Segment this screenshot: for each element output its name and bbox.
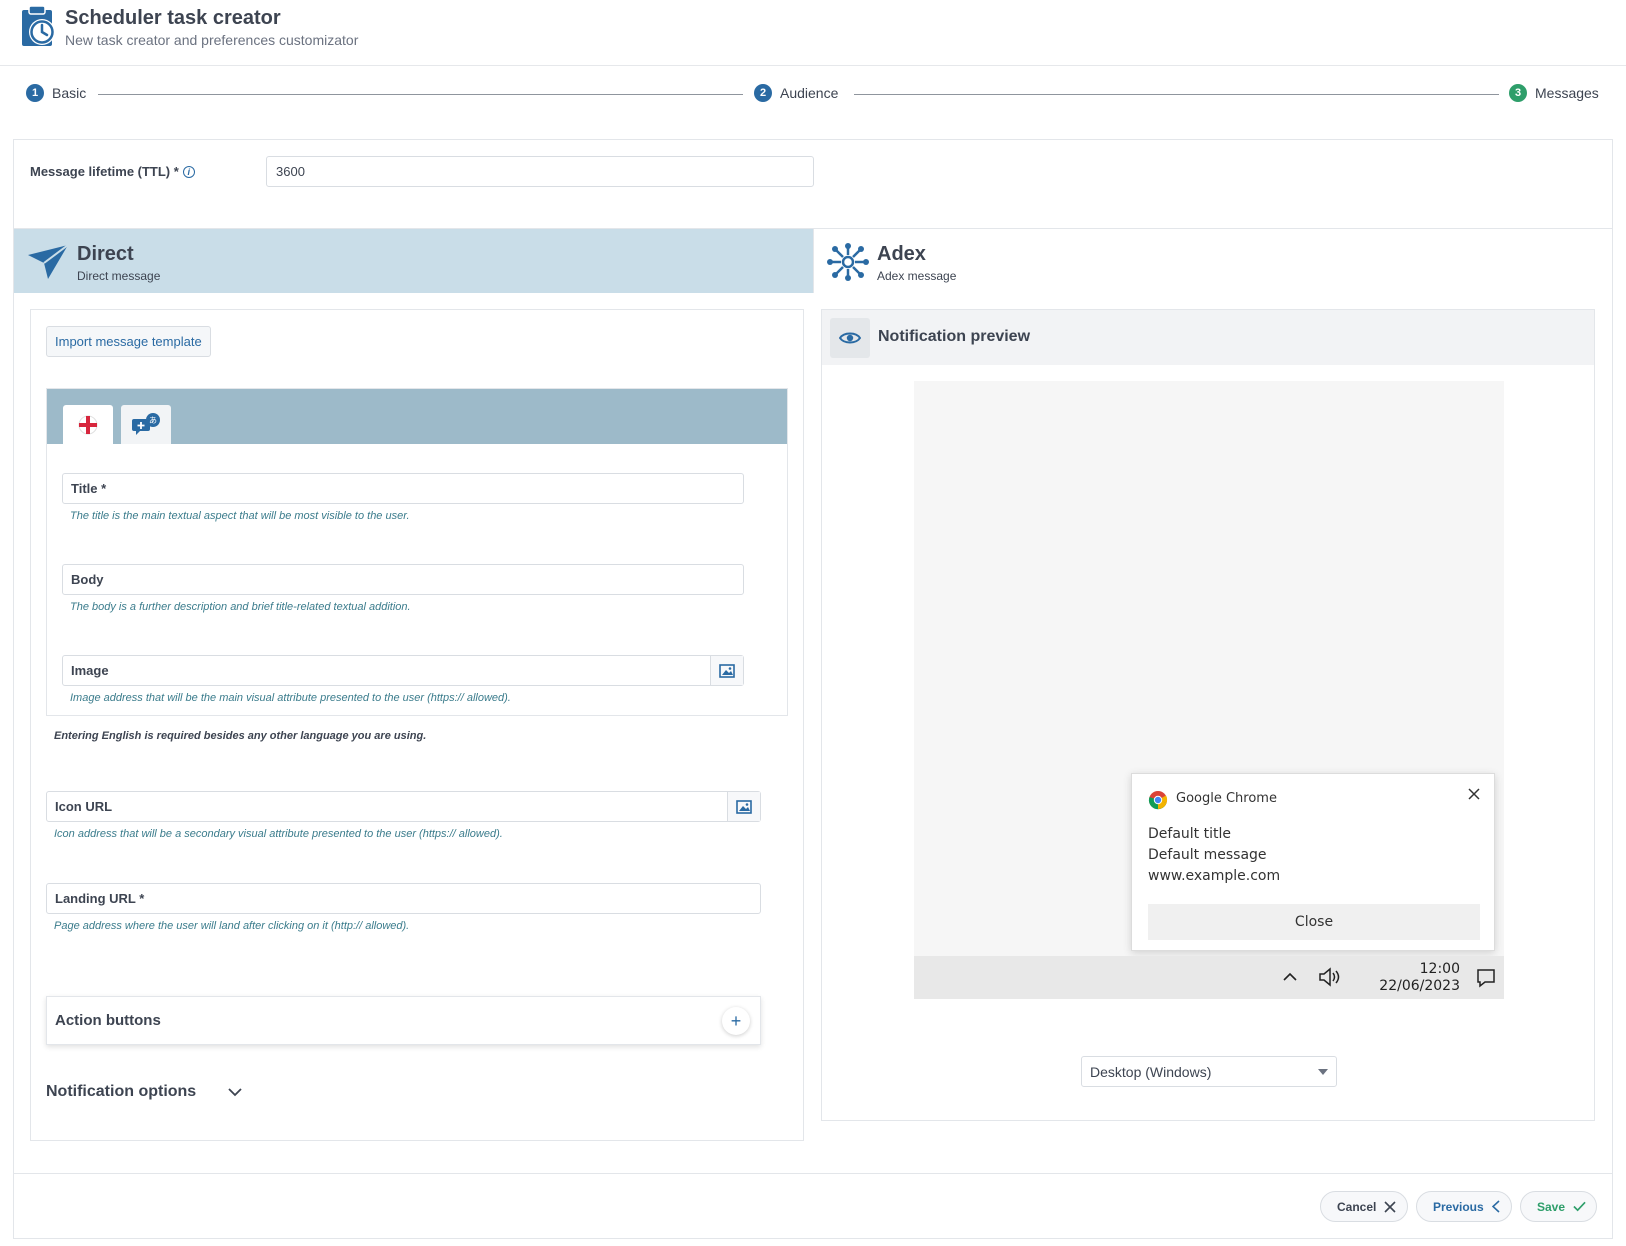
preview-header: Notification preview	[822, 310, 1594, 365]
toast-app-name: Google Chrome	[1176, 791, 1277, 806]
language-tabs-bar: あ	[47, 389, 787, 444]
notification-preview-panel: Notification preview Google Chrome Defau…	[821, 309, 1595, 1121]
chevron-down-icon	[228, 1087, 242, 1096]
step-connector	[854, 94, 1499, 95]
previous-button[interactable]: Previous	[1416, 1191, 1512, 1222]
cancel-button[interactable]: Cancel	[1320, 1191, 1408, 1222]
language-content-box: あ Title * The title is the main textual …	[46, 388, 788, 716]
add-language-icon: あ	[132, 412, 160, 435]
step-number: 2	[754, 84, 772, 102]
channel-tabs: Direct Direct message Adex Adex message	[14, 228, 1612, 293]
action-center-icon	[1477, 969, 1495, 988]
close-icon[interactable]	[1466, 786, 1482, 802]
body-field[interactable]: Body	[62, 564, 744, 595]
device-select[interactable]: Desktop (Windows)	[1081, 1056, 1337, 1087]
tab-language-english[interactable]	[63, 405, 113, 444]
ttl-input[interactable]	[266, 156, 814, 187]
action-buttons-section: Action buttons +	[46, 996, 761, 1045]
speaker-icon	[1319, 967, 1340, 987]
eye-icon-box	[830, 318, 870, 358]
preview-title: Notification preview	[878, 328, 1031, 345]
step-messages[interactable]: 3 Messages	[1509, 84, 1599, 102]
icon-url-field[interactable]: Icon URL	[46, 791, 761, 822]
image-icon	[736, 799, 752, 814]
messages-card: Message lifetime (TTL) * i Direct Direct…	[13, 139, 1613, 1239]
english-required-note: Entering English is required besides any…	[54, 730, 427, 742]
windows-taskbar: 12:00 22/06/2023	[914, 956, 1504, 999]
wizard-stepper: 1 Basic 2 Audience 3 Messages	[0, 66, 1626, 124]
chrome-icon	[1148, 791, 1168, 810]
page-subtitle: New task creator and preferences customi…	[65, 32, 359, 48]
ttl-label: Message lifetime (TTL) * i	[30, 164, 195, 179]
chevron-up-icon	[1283, 972, 1297, 981]
import-template-button[interactable]: Import message template	[46, 326, 211, 357]
image-hint: Image address that will be the main visu…	[70, 692, 511, 704]
body-hint: The body is a further description and br…	[70, 601, 411, 613]
dropdown-caret-icon	[1318, 1069, 1328, 1075]
notification-options-toggle[interactable]: Notification options	[46, 1083, 242, 1101]
info-icon[interactable]: i	[182, 165, 195, 178]
toast-title: Default title	[1148, 826, 1231, 842]
check-icon	[1573, 1201, 1586, 1212]
close-icon	[1384, 1200, 1396, 1213]
eye-icon	[839, 332, 861, 344]
add-action-button[interactable]: +	[722, 1007, 750, 1035]
title-hint: The title is the main textual aspect tha…	[70, 510, 410, 522]
step-number: 1	[26, 84, 44, 102]
notification-toast: Google Chrome Default title Default mess…	[1131, 773, 1495, 951]
taskbar-clock: 12:00 22/06/2023	[1379, 961, 1460, 994]
paper-plane-icon	[28, 244, 69, 279]
action-buttons-label: Action buttons	[55, 1012, 161, 1029]
image-field[interactable]: Image	[62, 655, 744, 686]
step-basic[interactable]: 1 Basic	[26, 84, 86, 102]
app-header: Scheduler task creator New task creator …	[0, 0, 1626, 66]
icon-url-hint: Icon address that will be a secondary vi…	[54, 828, 503, 840]
tab-adex-title: Adex	[877, 243, 926, 265]
svg-text:あ: あ	[149, 416, 157, 425]
tab-adex-desc: Adex message	[877, 269, 957, 283]
image-icon	[719, 663, 735, 678]
landing-url-field[interactable]: Landing URL *	[46, 883, 761, 914]
step-label: Audience	[780, 85, 839, 101]
network-hub-icon	[827, 243, 869, 281]
tab-direct[interactable]: Direct Direct message	[14, 229, 813, 293]
desktop-preview-screen: Google Chrome Default title Default mess…	[914, 381, 1504, 999]
chevron-left-icon	[1491, 1200, 1500, 1213]
english-flag-icon	[78, 415, 98, 434]
tab-add-language[interactable]: あ	[121, 405, 171, 444]
step-number: 3	[1509, 84, 1527, 102]
message-editor-panel: Import message template あ Title * The ti…	[30, 309, 804, 1141]
step-connector	[98, 94, 743, 95]
page-title: Scheduler task creator	[65, 7, 281, 29]
step-label: Messages	[1535, 85, 1599, 101]
landing-url-hint: Page address where the user will land af…	[54, 920, 410, 932]
clipboard-clock-icon	[22, 5, 55, 46]
plus-icon: +	[730, 1010, 742, 1031]
notification-options-label: Notification options	[46, 1083, 197, 1100]
icon-picker-button[interactable]	[727, 792, 760, 821]
step-label: Basic	[52, 85, 87, 101]
tab-adex[interactable]: Adex Adex message	[813, 229, 1612, 293]
toast-message: Default message	[1148, 847, 1267, 863]
toast-close-button[interactable]: Close	[1148, 904, 1480, 940]
image-picker-button[interactable]	[710, 656, 743, 685]
footer-divider	[14, 1173, 1612, 1174]
step-audience[interactable]: 2 Audience	[754, 84, 838, 102]
tab-direct-title: Direct	[77, 243, 134, 265]
title-field[interactable]: Title *	[62, 473, 744, 504]
toast-url: www.example.com	[1148, 868, 1281, 884]
save-button[interactable]: Save	[1520, 1191, 1597, 1222]
tab-direct-desc: Direct message	[77, 269, 161, 283]
